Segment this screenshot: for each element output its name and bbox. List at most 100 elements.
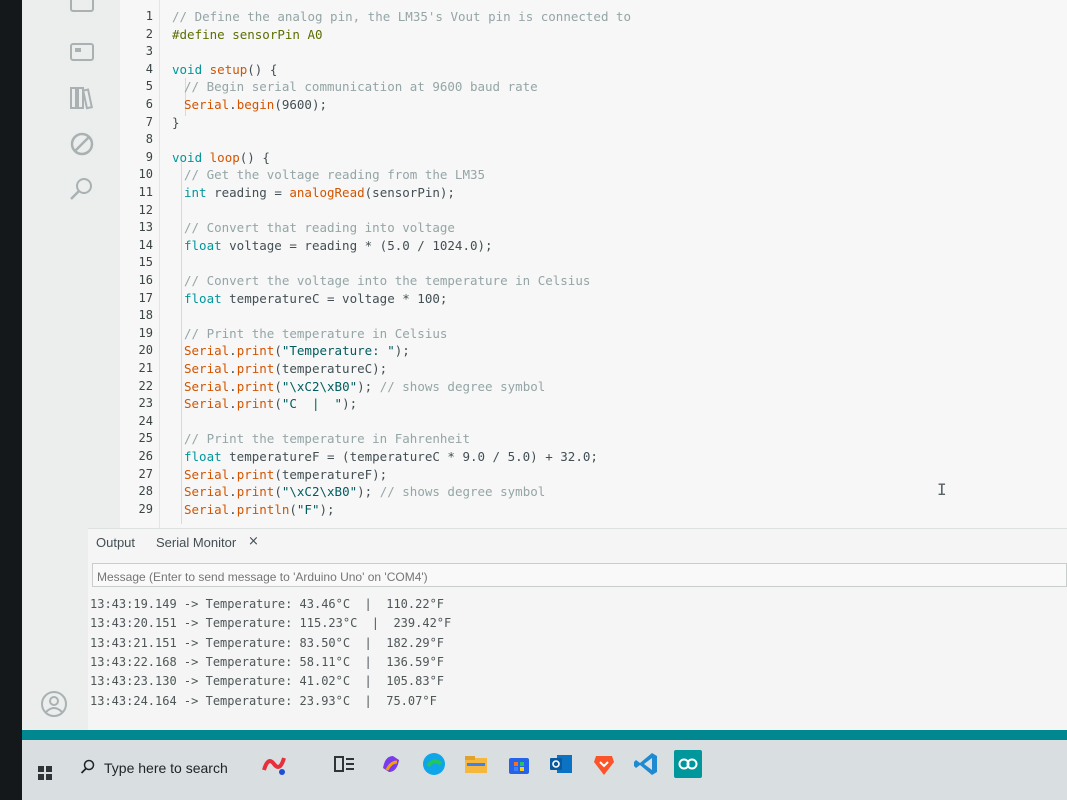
serial-log-line: 13:43:23.130 -> Temperature: 41.02°C | 1…: [90, 674, 444, 688]
vscode-icon[interactable]: [632, 750, 660, 778]
code-line: int reading = analogRead(sensorPin);: [184, 185, 455, 200]
log-field: |: [350, 674, 387, 689]
tab-serial-monitor[interactable]: Serial Monitor: [156, 535, 236, 550]
code-token: "\xC2\xB0": [281, 378, 358, 394]
log-field: 110.22°F: [386, 597, 445, 611]
library-manager-icon[interactable]: [68, 84, 96, 112]
line-number: 26: [138, 449, 153, 463]
line-number: 16: [138, 273, 153, 287]
code-token: // Begin serial communication at 9600 ba…: [184, 79, 538, 95]
code-editor[interactable]: 1 2 3 4 5 6 7 8 9 10 11 12 13 14 15 16 17 18 19 20 21 22 23 24 2…: [120, 0, 1067, 528]
code-line: Serial.println("F");: [184, 502, 335, 517]
code-token: Serial: [184, 361, 230, 376]
line-number: 12: [138, 202, 153, 217]
code-token: // shows degree symbol: [379, 484, 546, 500]
log-field: 115.23°C: [299, 616, 358, 631]
code-token: "C | ": [281, 396, 343, 412]
taskbar-search[interactable]: Type here to search: [70, 754, 250, 784]
code-token: (: [274, 484, 282, 500]
code-token: (: [274, 343, 282, 359]
log-field: |: [350, 635, 387, 650]
log-field: Temperature:: [205, 616, 300, 631]
code-line: Serial.print(temperatureC);: [184, 361, 387, 376]
code-token: );: [357, 378, 380, 394]
task-view-icon[interactable]: [330, 750, 358, 778]
outlook-icon[interactable]: [547, 750, 575, 778]
search-icon[interactable]: [68, 175, 96, 203]
log-field: Temperature:: [205, 597, 300, 611]
bottom-panel: Output Serial Monitor × 13:43:19.149 -> …: [88, 528, 1067, 730]
code-token: Serial: [184, 501, 230, 517]
log-field: 13:43:19.149: [90, 597, 177, 611]
close-icon[interactable]: ×: [248, 534, 259, 549]
arduino-ide-window: 1 2 3 4 5 6 7 8 9 10 11 12 13 14 15 16 17 18 19 20 21 22 23 24 2…: [0, 0, 1067, 760]
code-line: Serial.print("\xC2\xB0"); // shows degre…: [184, 379, 545, 394]
windows-start-icon[interactable]: [38, 766, 52, 780]
log-field: 239.42°F: [393, 616, 452, 631]
log-field: |: [350, 597, 387, 611]
store-icon[interactable]: [505, 750, 533, 778]
serial-message-input[interactable]: [92, 563, 1067, 587]
code-token: .: [229, 378, 237, 394]
code-token: .: [229, 484, 237, 500]
code-token: "Temperature: ": [281, 343, 395, 359]
line-number: 27: [138, 466, 153, 481]
line-number: 1: [145, 9, 153, 23]
serial-log-line: 13:43:19.149 -> Temperature: 43.46°C | 1…: [90, 597, 444, 611]
log-field: 13:43:22.168: [90, 654, 177, 669]
edge-icon[interactable]: [420, 750, 448, 778]
boards-manager-icon[interactable]: [68, 38, 96, 66]
windows-taskbar: Type here to search: [0, 740, 1067, 800]
debug-icon[interactable]: [68, 130, 96, 158]
line-number: 10: [138, 167, 153, 182]
log-field: |: [350, 654, 387, 669]
code-token: print: [236, 466, 275, 482]
code-token: );: [319, 501, 335, 517]
code-token: void: [172, 61, 210, 77]
serial-log-line: 13:43:20.151 -> Temperature: 115.23°C | …: [90, 616, 451, 630]
line-number: 5: [145, 79, 153, 94]
log-field: 43.46°C: [299, 597, 351, 611]
log-field: 75.07°F: [386, 693, 437, 708]
code-token: // shows degree symbol: [379, 378, 546, 394]
log-field: 13:43:20.151: [90, 616, 177, 631]
line-number: 18: [138, 308, 153, 323]
code-line: // Define the analog pin, the LM35's Vou…: [172, 9, 631, 24]
code-token: .: [229, 97, 237, 112]
code-token: .: [229, 466, 237, 482]
code-token: (: [289, 501, 297, 517]
serial-log-line: 13:43:22.168 -> Temperature: 58.11°C | 1…: [90, 655, 444, 669]
code-line: float temperatureC = voltage * 100;: [184, 291, 447, 306]
code-token: begin: [236, 97, 275, 112]
line-number: 4: [145, 61, 153, 76]
code-token: int: [184, 185, 215, 200]
line-number: 6: [145, 97, 153, 111]
arduino-ide-icon[interactable]: [674, 750, 702, 778]
line-number: 9: [145, 149, 153, 164]
music-app-icon[interactable]: [260, 750, 288, 778]
line-number: 8: [145, 132, 153, 147]
code-token: () {: [239, 149, 270, 165]
code-token: .: [229, 361, 237, 376]
code-line: void loop() {: [172, 150, 270, 165]
tab-output[interactable]: Output: [96, 535, 135, 550]
panel-tabs: Output Serial Monitor ×: [88, 529, 1067, 559]
serial-log-line: 13:43:21.151 -> Temperature: 83.50°C | 1…: [90, 636, 444, 650]
code-token: #define sensorPin A0: [172, 26, 323, 42]
sketchbook-icon[interactable]: [68, 0, 96, 14]
code-token: temperatureC = voltage * 100;: [229, 290, 448, 306]
brave-icon[interactable]: [590, 750, 618, 778]
code-token: reading =: [214, 185, 290, 200]
line-number: 7: [145, 114, 153, 129]
code-line: // Print the temperature in Fahrenheit: [184, 431, 470, 446]
code-token: // Convert that reading into voltage: [184, 220, 455, 236]
code-token: (temperatureC);: [274, 361, 388, 376]
copilot-icon[interactable]: [377, 750, 405, 778]
account-icon[interactable]: [40, 690, 68, 718]
file-explorer-icon[interactable]: [462, 750, 490, 778]
log-field: 13:43:23.130: [90, 674, 177, 689]
log-field: 13:43:24.164: [90, 693, 177, 708]
line-number: 19: [138, 325, 153, 340]
line-number: 20: [138, 343, 153, 358]
code-area[interactable]: // Define the analog pin, the LM35's Vou…: [160, 0, 1067, 528]
